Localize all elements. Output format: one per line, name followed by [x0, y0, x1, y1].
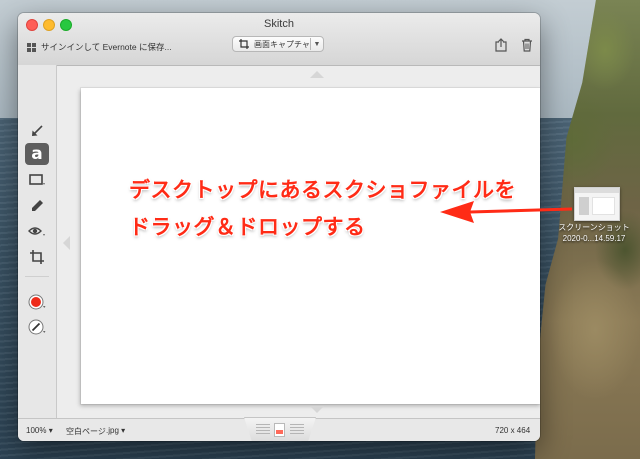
pixelate-tool-icon — [28, 227, 45, 236]
canvas-expand-up-handle[interactable] — [310, 71, 324, 78]
tools-sidebar: a — [18, 65, 57, 418]
annotation-text-line1[interactable]: デスクトップにあるスクショファイルを — [129, 174, 516, 204]
canvas-expand-left-handle[interactable] — [63, 236, 70, 250]
pixelate-tool-button[interactable] — [25, 220, 49, 242]
page-type-label: 空白ページ — [66, 427, 106, 436]
chevron-down-icon: ▾ — [48, 426, 53, 435]
crop-icon — [239, 39, 249, 49]
evernote-signin-button[interactable]: サインインして Evernote に保存... — [27, 39, 172, 55]
format-selector[interactable]: .jpg ▾ — [106, 426, 125, 435]
chevron-down-icon: ▾ — [121, 426, 126, 435]
text-tool-icon: a — [31, 143, 43, 164]
rectangle-tool-button[interactable] — [25, 169, 49, 191]
annotation-text-line2[interactable]: ドラッグ＆ドロップする — [129, 211, 366, 241]
trash-icon[interactable] — [521, 38, 533, 52]
file-name-line2: 2020-0...14.59.17 — [562, 234, 626, 243]
marker-tool-button[interactable] — [25, 195, 49, 217]
screenshot-file-thumbnail[interactable] — [574, 187, 620, 221]
grid-icon — [27, 42, 36, 52]
canvas-expand-down-handle[interactable] — [310, 406, 324, 413]
toolbar-divider — [25, 276, 49, 277]
signin-label: サインインして Evernote に保存... — [41, 42, 172, 52]
share-icon[interactable] — [494, 38, 508, 52]
line-width-button[interactable] — [25, 316, 49, 338]
crop-tool-icon — [30, 250, 44, 264]
window-title: Skitch — [264, 18, 294, 30]
text-tool-button[interactable]: a — [25, 143, 49, 165]
marker-tool-icon — [32, 200, 43, 211]
file-name-line1: スクリーンショット — [558, 223, 630, 232]
screenshot-file-name[interactable]: スクリーンショット 2020-0...14.59.17 — [548, 222, 640, 244]
skitch-window: Skitch サインインして Evernote に保存... 画面キャプチャ ▼ — [18, 13, 540, 441]
blank-page[interactable] — [81, 88, 540, 404]
zoom-value: 100% — [26, 426, 47, 435]
capture-label: 画面キャプチャ — [254, 39, 310, 49]
status-bar: 100% ▾ 空白ページ .jpg ▾ 720 x 464 — [18, 417, 540, 441]
screen-capture-button[interactable]: 画面キャプチャ ▼ — [232, 36, 324, 52]
image-dimensions: 720 x 464 — [495, 426, 531, 435]
jpg-file-icon[interactable] — [274, 423, 285, 437]
drag-grip-left — [256, 424, 270, 434]
arrow-tool-button[interactable] — [25, 120, 49, 142]
arrow-tool-icon — [32, 125, 43, 136]
titlebar: Skitch サインインして Evernote に保存... 画面キャプチャ ▼ — [18, 13, 540, 66]
thumbnail-titlebar — [575, 188, 619, 193]
line-width-icon — [28, 319, 46, 335]
rectangle-tool-icon — [29, 174, 45, 185]
color-picker-button[interactable] — [25, 291, 49, 313]
thumbnail-content — [592, 197, 615, 215]
zoom-selector[interactable]: 100% ▾ — [26, 426, 53, 435]
canvas-area[interactable]: デスクトップにあるスクショファイルを ドラッグ＆ドロップする — [57, 66, 540, 418]
format-value: .jpg — [106, 426, 119, 435]
drag-export-tab[interactable] — [244, 417, 316, 441]
drag-grip-right — [290, 424, 304, 434]
chevron-down-icon[interactable]: ▼ — [311, 41, 323, 48]
thumbnail-sidebar — [579, 197, 589, 215]
crop-tool-button[interactable] — [25, 246, 49, 268]
color-picker-icon — [28, 294, 46, 310]
